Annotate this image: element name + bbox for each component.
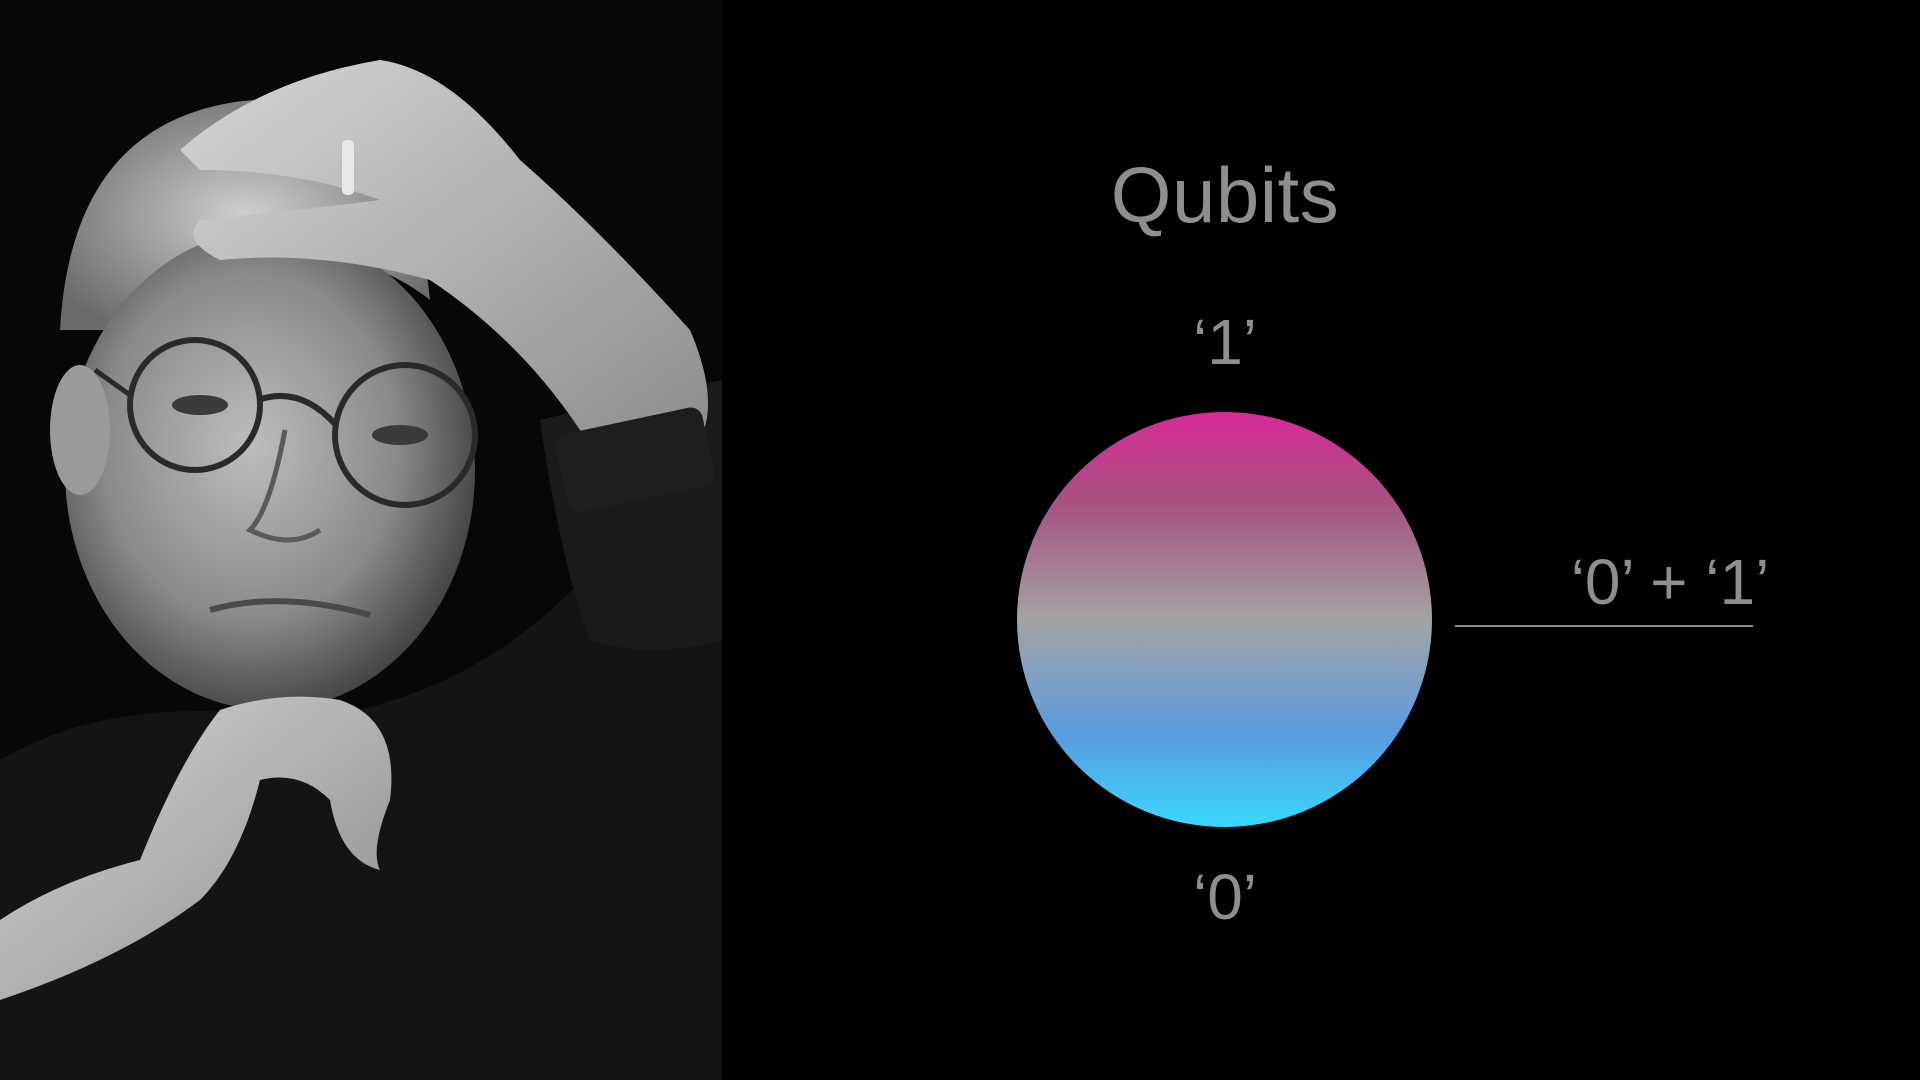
slide: Qubits ‘1’ ‘0’ ‘0’ + ‘1’	[0, 0, 1920, 1080]
portrait-illustration	[0, 0, 722, 1080]
qubit-sphere	[1017, 412, 1432, 827]
state-one-label: ‘1’	[1192, 306, 1258, 378]
slide-title: Qubits	[1110, 151, 1340, 239]
superposition-pointer-line	[1455, 625, 1753, 627]
superposition-label: ‘0’ + ‘1’	[1570, 546, 1770, 618]
portrait-photo	[0, 0, 722, 1080]
state-zero-label: ‘0’	[1192, 861, 1258, 933]
